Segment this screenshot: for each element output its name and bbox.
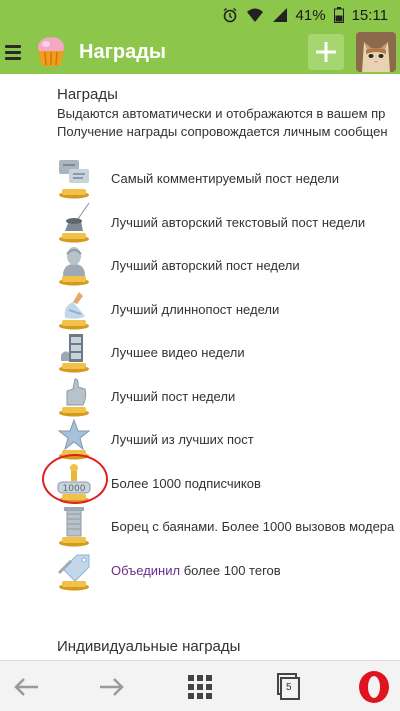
back-button[interactable]	[6, 667, 46, 707]
add-post-button[interactable]	[308, 34, 344, 70]
quill-trophy-icon	[59, 202, 90, 242]
film-trophy-icon	[59, 334, 89, 373]
award-best-longpost: Лучший длиннопост недели	[0, 288, 400, 332]
award-best-author-post: Лучший авторский пост недели	[0, 244, 400, 288]
award-label: Лучший пост недели	[111, 388, 236, 404]
opera-menu-button[interactable]	[354, 667, 394, 707]
menu-icon[interactable]	[5, 41, 27, 63]
bust-trophy-icon	[59, 247, 89, 286]
award-accordion-fighter: Борец с баянами. Более 1000 вызовов моде…	[0, 505, 400, 549]
award-best-video: Лучшее видео недели	[0, 331, 400, 375]
awards-list: Самый комментируемый пост недели Лучший …	[0, 157, 400, 592]
accordion-trophy-icon	[59, 507, 89, 547]
app-header: Награды	[0, 30, 400, 74]
speed-dial-grid-icon	[188, 675, 212, 699]
award-best-post: Лучший пост недели	[0, 375, 400, 419]
award-label: Самый комментируемый пост недели	[111, 171, 339, 187]
award-label: Лучшее видео недели	[111, 345, 245, 361]
red-highlight-circle	[42, 454, 108, 504]
award-label-rest: более 100 тегов	[180, 562, 281, 578]
forward-button[interactable]	[92, 667, 132, 707]
tag-trophy-icon	[57, 554, 90, 590]
alarm-icon	[222, 7, 238, 23]
back-arrow-icon	[14, 678, 38, 696]
page-title: Награды	[79, 40, 167, 63]
battery-percentage: 41%	[295, 6, 326, 24]
browser-toolbar: 5	[0, 660, 400, 711]
section-title: Награды	[57, 86, 118, 103]
plus-icon	[316, 42, 336, 62]
description-line-1: Выдаются автоматически и отображаются в …	[57, 106, 386, 121]
pikabu-logo-icon[interactable]	[33, 34, 69, 70]
battery-icon	[333, 7, 344, 23]
award-most-commented: Самый комментируемый пост недели	[0, 157, 400, 201]
avatar[interactable]	[356, 32, 396, 72]
award-label: Лучший из лучших пост	[111, 432, 254, 448]
tabs-count: 5	[286, 682, 292, 693]
awards-content[interactable]: Награды Выдаются автоматически и отображ…	[0, 74, 400, 660]
status-bar: 41% 15:11	[0, 0, 400, 30]
speed-dial-button[interactable]	[180, 667, 220, 707]
award-best-of-best: Лучший из лучших пост	[0, 418, 400, 462]
opera-icon	[359, 671, 389, 703]
award-label: Лучший авторский пост недели	[111, 258, 300, 274]
forward-arrow-icon	[100, 678, 124, 696]
description-line-2: Получение награды сопровождается личным …	[57, 124, 388, 139]
award-label: Более 1000 подписчиков	[111, 475, 261, 491]
tabs-button[interactable]: 5	[268, 667, 308, 707]
signal-icon	[272, 7, 288, 23]
thumbs-up-trophy-icon	[59, 377, 89, 416]
award-label: Лучший авторский текстовый пост недели	[111, 214, 366, 230]
status-time: 15:11	[351, 6, 388, 24]
comments-trophy-icon	[59, 160, 89, 199]
longpost-trophy-icon	[59, 291, 89, 329]
wifi-icon	[246, 7, 264, 23]
merged-link[interactable]: Объединил	[111, 563, 180, 578]
award-label: Лучший длиннопост недели	[111, 301, 280, 317]
award-label: Борец с баянами. Более 1000 вызовов моде…	[111, 519, 395, 535]
award-label: Объединил более 100 тегов	[111, 563, 281, 578]
award-best-text-post: Лучший авторский текстовый пост недели	[0, 201, 400, 245]
award-tags-united: Объединил более 100 тегов	[0, 549, 400, 593]
individual-awards-title: Индивидуальные награды	[57, 638, 241, 655]
